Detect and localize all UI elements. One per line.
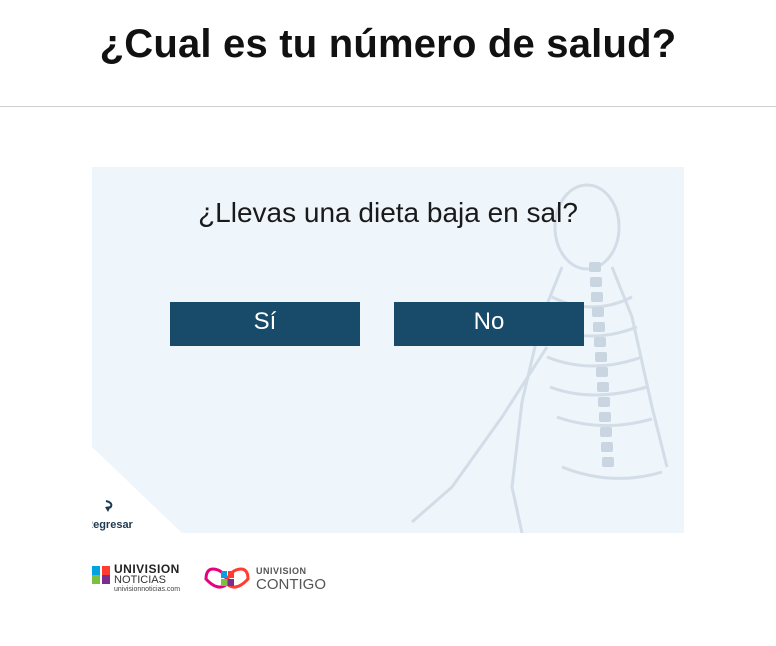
logo-text: UNIVISION <box>256 566 307 576</box>
univision-contigo-logo[interactable]: UNIVISION CONTIGO <box>200 564 326 596</box>
answer-no-button[interactable]: No <box>394 302 584 346</box>
answer-yes-button[interactable]: Sí <box>170 302 360 346</box>
univision-noticias-logo[interactable]: UNIVISION NOTICIAS univisionnoticias.com <box>92 560 196 598</box>
logo-text: CONTIGO <box>256 576 326 593</box>
header-divider <box>0 106 776 107</box>
page-title: ¿Cual es tu número de salud? <box>99 22 677 66</box>
univision-mark-icon <box>92 566 110 584</box>
logo-text: NOTICIAS <box>114 574 166 586</box>
logo-text: univisionnoticias.com <box>114 586 181 593</box>
back-arrow-icon[interactable] <box>102 499 116 513</box>
back-button[interactable]: Regresar <box>92 519 134 531</box>
quiz-question: ¿Llevas una dieta baja en sal? <box>198 197 578 228</box>
contigo-heart-icon <box>204 567 250 589</box>
quiz-panel: ¿Llevas una dieta baja en sal? Sí No Reg… <box>92 167 684 533</box>
